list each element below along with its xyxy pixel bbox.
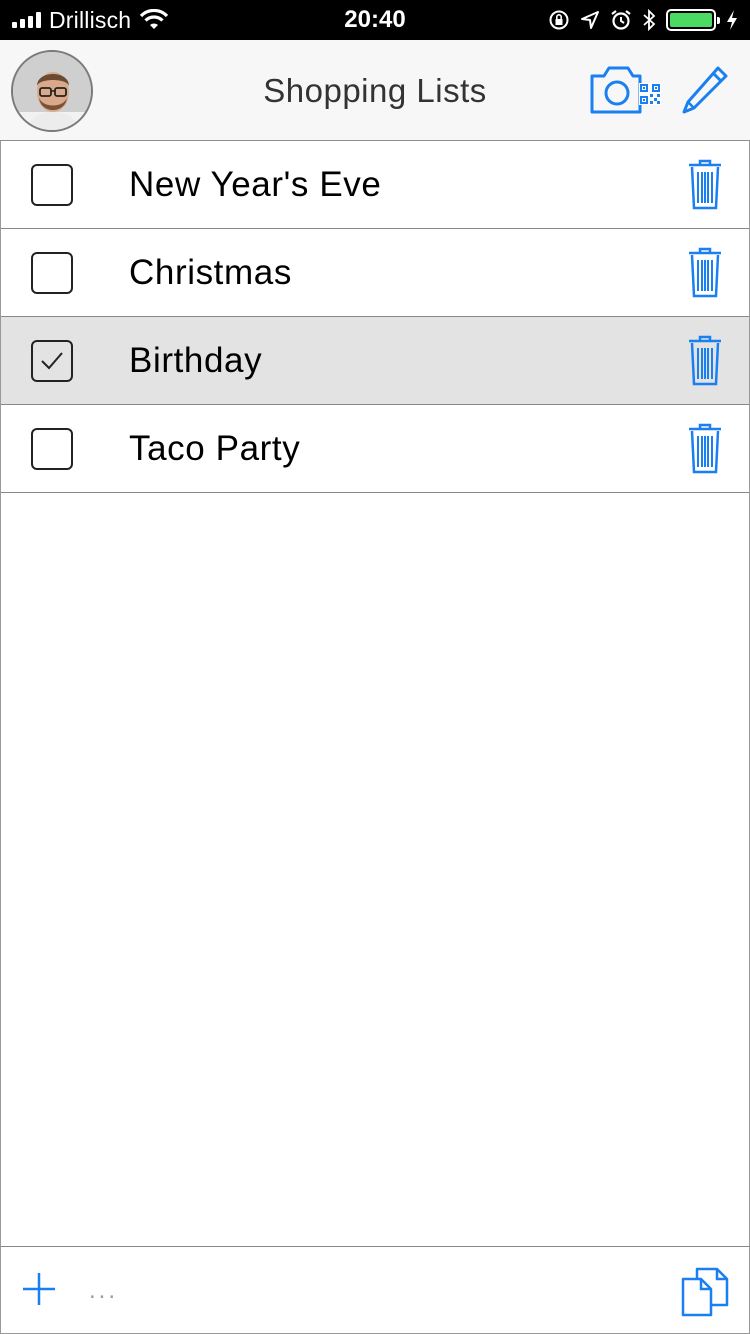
checkbox[interactable] <box>31 428 73 470</box>
checkmark-icon <box>41 352 63 370</box>
camera-qr-icon <box>590 66 661 114</box>
trash-icon <box>689 335 721 386</box>
list-item-label: Christmas <box>129 253 292 292</box>
alarm-icon <box>611 10 631 30</box>
shopping-list: New Year's Eve Christmas Birthday Taco P… <box>0 141 750 493</box>
list-item[interactable]: Taco Party <box>1 405 749 493</box>
rotation-lock-icon <box>549 10 569 30</box>
signal-icon <box>12 12 41 28</box>
battery-icon <box>666 9 720 31</box>
pencil-icon <box>682 66 728 114</box>
list-item[interactable]: Christmas <box>1 229 749 317</box>
edit-button[interactable] <box>680 62 732 121</box>
checkbox[interactable] <box>31 340 73 382</box>
list-item-label: Taco Party <box>129 429 301 468</box>
charging-icon <box>727 10 737 30</box>
scan-button[interactable] <box>588 60 664 121</box>
more-button[interactable]: ... <box>89 1277 118 1305</box>
bluetooth-icon <box>643 9 656 31</box>
avatar[interactable] <box>11 50 93 132</box>
bottom-toolbar: ... <box>0 1246 750 1334</box>
wifi-icon <box>140 9 169 29</box>
nav-bar: Shopping Lists <box>0 40 750 141</box>
empty-list-area <box>0 492 750 1247</box>
carrier-name: Drillisch <box>49 6 132 33</box>
delete-button[interactable] <box>687 334 723 391</box>
plus-icon <box>23 1273 55 1305</box>
copy-button[interactable] <box>679 1265 731 1322</box>
status-left: Drillisch <box>12 0 169 40</box>
checkbox[interactable] <box>31 252 73 294</box>
add-list-button[interactable] <box>21 1271 57 1312</box>
list-item-label: Birthday <box>129 341 263 380</box>
delete-button[interactable] <box>687 246 723 303</box>
status-bar: Drillisch 20:40 <box>0 0 750 40</box>
checkbox[interactable] <box>31 164 73 206</box>
list-item[interactable]: Birthday <box>1 317 749 405</box>
trash-icon <box>689 159 721 210</box>
status-right <box>548 0 738 40</box>
trash-icon <box>689 247 721 298</box>
avatar-image <box>13 52 91 130</box>
copy-icon <box>681 1267 729 1317</box>
delete-button[interactable] <box>687 422 723 479</box>
list-item[interactable]: New Year's Eve <box>1 141 749 229</box>
delete-button[interactable] <box>687 158 723 215</box>
location-icon <box>581 11 599 29</box>
list-item-label: New Year's Eve <box>129 165 382 204</box>
trash-icon <box>689 423 721 474</box>
